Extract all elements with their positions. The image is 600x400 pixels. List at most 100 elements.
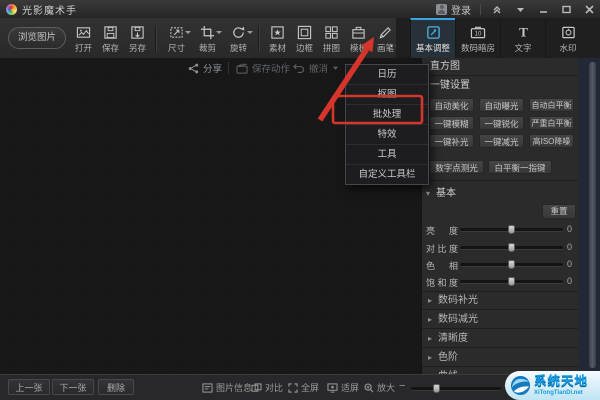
crop-button[interactable]: 裁剪 (192, 25, 223, 54)
next-image-button[interactable]: 下一张 (52, 379, 94, 395)
rotate-icon (231, 25, 253, 40)
slider-thumb[interactable] (508, 277, 515, 286)
reset-button[interactable]: 重置 (542, 204, 576, 219)
zoom-slider-track[interactable] (411, 384, 501, 393)
globe-logo-icon (510, 375, 531, 396)
slider-track[interactable] (460, 260, 563, 269)
saturation-slider: 饱和度 0 (422, 276, 578, 288)
section-clarity[interactable]: ▸ 清晰度 (422, 330, 578, 348)
menu-item-customize-toolbar[interactable]: 自定义工具栏 (346, 165, 428, 184)
undo-button[interactable]: 撤消 (293, 61, 339, 75)
magnifier-icon (364, 382, 374, 392)
fit-screen-icon (327, 382, 338, 393)
titlebar: 光影魔术手 登录 (0, 0, 600, 19)
tab-basic-adjust[interactable]: 基本调整 (410, 18, 455, 58)
zoom-slider-thumb[interactable] (433, 384, 440, 393)
undo-icon (293, 63, 305, 73)
high-iso-denoise-button[interactable]: 高ISO降噪 (529, 134, 574, 148)
editbar-divider (285, 62, 286, 74)
browse-images-button[interactable]: 浏览图片 (8, 27, 66, 49)
digital-spot-metering-button[interactable]: 数字点测光 (429, 160, 484, 174)
image-info-toggle[interactable]: 图片信息 (202, 381, 252, 394)
rotate-button[interactable]: 旋转 (223, 25, 254, 54)
menu-item-cutout[interactable]: 抠图 (346, 85, 428, 105)
watermark-badge: 系统天地 XiTongTianDi.net (505, 371, 600, 400)
tab-text[interactable]: T 文字 (500, 18, 545, 58)
panel-scrollbar-thumb[interactable] (589, 62, 596, 368)
save-action-button[interactable]: 保存动作 (236, 61, 290, 75)
section-digital-dim-light[interactable]: ▸ 数码减光 (422, 311, 578, 329)
collage-button[interactable]: 拼图 (318, 25, 345, 54)
menu-item-effects[interactable]: 特效 (346, 125, 428, 145)
svg-text:10: 10 (475, 30, 482, 37)
frame-button[interactable]: 边框 (291, 25, 318, 54)
one-key-settings-header[interactable]: 一键设置 (422, 77, 578, 95)
auto-beautify-button[interactable]: 自动美化 (429, 98, 474, 112)
white-balance-picker-button[interactable]: 白平衡一指键 (488, 160, 552, 174)
basic-section-header[interactable]: ▾ 基本 (426, 184, 456, 199)
slider-value: 0 (566, 224, 572, 234)
one-key-dim-light-button[interactable]: 一键减光 (479, 134, 524, 148)
save-as-button[interactable]: 另存 (124, 25, 151, 54)
menu-item-batch-process[interactable]: 批处理 (346, 105, 428, 125)
histogram-header[interactable]: 直方图 (422, 58, 578, 76)
slider-thumb[interactable] (508, 243, 515, 252)
severe-white-balance-button[interactable]: 严重白平衡 (529, 116, 574, 130)
contrast-slider: 对比度 0 (422, 242, 578, 254)
minimize-icon (539, 10, 547, 13)
menu-item-tools[interactable]: 工具 (346, 145, 428, 165)
undo-dropdown-caret-icon (332, 66, 339, 70)
toolbar-divider (155, 26, 157, 52)
fit-screen-button[interactable]: 适屏 (327, 381, 359, 394)
login-button[interactable]: 登录 (436, 2, 471, 17)
template-button[interactable]: 模板 (345, 25, 372, 54)
compare-icon (251, 382, 262, 392)
skin-menu-button[interactable] (513, 2, 527, 16)
slider-thumb[interactable] (508, 225, 515, 234)
zoom-out-step-button[interactable]: − (399, 380, 405, 392)
watermark-title: 系统天地 (534, 374, 589, 389)
save-action-icon (236, 62, 248, 74)
save-button[interactable]: 保存 (97, 25, 124, 54)
section-digital-fill-light[interactable]: ▸ 数码补光 (422, 291, 578, 310)
section-levels[interactable]: ▸ 色阶 (422, 349, 578, 367)
one-key-blur-button[interactable]: 一键模糊 (429, 116, 474, 130)
slider-label: 对比度 (426, 244, 458, 254)
dropdown-caret-icon (185, 30, 191, 34)
minimize-button[interactable] (536, 2, 550, 16)
open-button[interactable]: 打开 (70, 25, 97, 54)
previous-image-button[interactable]: 上一张 (8, 379, 50, 395)
dropdown-caret-icon (247, 30, 253, 34)
pin-top-button[interactable] (490, 2, 504, 16)
one-key-sharpen-button[interactable]: 一键锐化 (479, 116, 524, 130)
tab-digital-darkroom[interactable]: 10 数码暗房 (455, 18, 500, 58)
slider-track[interactable] (460, 277, 563, 286)
adjust-panel: 直方图 一键设置 自动美化 自动曝光 自动白平衡 一键模糊 一键锐化 严重白平衡… (421, 58, 578, 374)
hue-slider: 色相 0 (422, 259, 578, 271)
one-key-fill-light-button[interactable]: 一键补光 (429, 134, 474, 148)
slider-track[interactable] (460, 243, 563, 252)
slider-track[interactable] (460, 225, 563, 234)
close-button[interactable] (582, 2, 596, 16)
resize-icon (169, 25, 191, 40)
fullscreen-button[interactable]: 全屏 (288, 381, 319, 394)
auto-white-balance-button[interactable]: 自动白平衡 (529, 98, 574, 112)
maximize-button[interactable] (559, 2, 573, 16)
auto-exposure-button[interactable]: 自动曝光 (479, 98, 524, 112)
compare-toggle[interactable]: 对比 (251, 381, 283, 394)
basic-adjust-icon (426, 24, 441, 40)
resize-button[interactable]: 尺寸 (161, 25, 192, 54)
maximize-icon (561, 5, 571, 13)
delete-image-button[interactable]: 删除 (98, 379, 134, 395)
toolbar-divider (258, 26, 260, 52)
save-as-icon (130, 25, 145, 40)
panel-scrollbar-track[interactable] (577, 58, 600, 374)
share-button[interactable]: 分享 (188, 61, 222, 75)
zoom-in-button[interactable]: 放大 (364, 381, 395, 394)
material-button[interactable]: 素材 (264, 25, 291, 54)
template-icon (351, 25, 366, 40)
tab-watermark[interactable]: 水印 (545, 18, 590, 58)
slider-label: 色相 (426, 261, 458, 271)
slider-thumb[interactable] (508, 260, 515, 269)
menu-item-calendar[interactable]: 日历 (346, 65, 428, 85)
